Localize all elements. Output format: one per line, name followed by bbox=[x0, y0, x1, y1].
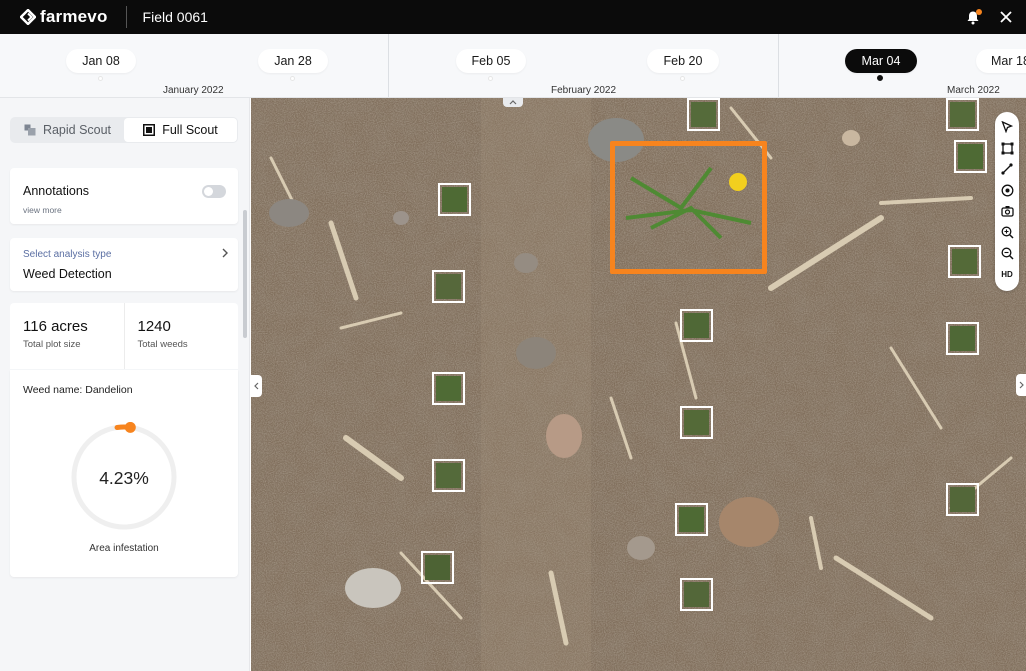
weed-detection-box[interactable] bbox=[946, 483, 979, 516]
polygon-icon bbox=[1001, 142, 1013, 154]
weed-detection-box[interactable] bbox=[432, 270, 465, 303]
close-button[interactable] bbox=[1000, 11, 1012, 23]
camera-icon bbox=[1000, 206, 1014, 217]
sidebar: Rapid Scout Full Scout Annotations view … bbox=[0, 98, 250, 671]
stats-panel: 116 acres Total plot size 1240 Total wee… bbox=[10, 303, 238, 369]
month-separator bbox=[778, 34, 779, 97]
stat-label: Total plot size bbox=[23, 339, 81, 350]
date-timeline: Jan 08 Jan 28 Feb 05 Feb 20 Mar 04 Mar 1… bbox=[0, 34, 1026, 98]
sidebar-scrollbar[interactable] bbox=[243, 210, 247, 338]
stat-total-weeds: 1240 Total weeds bbox=[123, 303, 239, 369]
full-scout-icon bbox=[143, 124, 156, 136]
date-mar-04[interactable]: Mar 04 bbox=[845, 49, 917, 73]
weed-detection-box[interactable] bbox=[680, 309, 713, 342]
analysis-type-label: Select analysis type bbox=[23, 249, 112, 260]
date-feb-20[interactable]: Feb 20 bbox=[647, 49, 719, 73]
rapid-scout-icon bbox=[24, 124, 36, 136]
scout-mode-toggle: Rapid Scout Full Scout bbox=[10, 117, 238, 143]
chevron-left-icon bbox=[254, 382, 259, 390]
app-window: farmevo Field 0061 Jan 08 Jan 28 Feb 05 … bbox=[0, 0, 1026, 671]
notification-button[interactable] bbox=[966, 8, 982, 25]
rapid-scout-button[interactable]: Rapid Scout bbox=[11, 118, 124, 142]
cursor-icon bbox=[1001, 121, 1013, 133]
weed-detection-box[interactable] bbox=[954, 140, 987, 173]
logo[interactable]: farmevo bbox=[20, 7, 108, 27]
date-marker bbox=[680, 76, 685, 81]
stat-plot-size: 116 acres Total plot size bbox=[10, 303, 124, 369]
top-bar: farmevo Field 0061 bbox=[0, 0, 1026, 34]
notification-dot bbox=[976, 8, 982, 15]
weed-detection-box[interactable] bbox=[432, 459, 465, 492]
date-marker bbox=[488, 76, 493, 81]
month-label-february: February 2022 bbox=[551, 85, 617, 96]
view-more-link[interactable]: view more bbox=[23, 205, 62, 215]
analysis-type-value: Weed Detection bbox=[23, 267, 112, 281]
polygon-tool[interactable] bbox=[999, 140, 1015, 156]
date-mar-18[interactable]: Mar 18 bbox=[976, 49, 1026, 73]
rapid-scout-label: Rapid Scout bbox=[42, 123, 112, 137]
full-scout-label: Full Scout bbox=[162, 123, 218, 137]
annotations-card: Annotations view more bbox=[10, 168, 238, 224]
map-toolbar: HD bbox=[995, 112, 1019, 291]
annotations-toggle[interactable] bbox=[202, 185, 226, 198]
stat-value: 116 acres bbox=[23, 318, 88, 335]
date-marker-active bbox=[877, 75, 883, 81]
zoom-out-tool[interactable] bbox=[999, 245, 1015, 261]
month-label-march: March 2022 bbox=[947, 85, 1000, 96]
month-label-january: January 2022 bbox=[163, 85, 224, 96]
weed-detection-box[interactable] bbox=[687, 98, 720, 131]
line-tool[interactable] bbox=[999, 161, 1015, 177]
weed-name: Weed name: Dandelion bbox=[23, 384, 133, 396]
weed-detection-box[interactable] bbox=[675, 503, 708, 536]
point-tool[interactable] bbox=[999, 182, 1015, 198]
date-jan-08[interactable]: Jan 08 bbox=[66, 49, 136, 73]
date-marker bbox=[98, 76, 103, 81]
stat-value: 1240 bbox=[137, 318, 171, 335]
hd-toggle[interactable]: HD bbox=[999, 266, 1015, 282]
weed-detection-box[interactable] bbox=[946, 98, 979, 131]
chevron-right-icon bbox=[1019, 381, 1024, 389]
weed-detection-highlight[interactable] bbox=[610, 141, 767, 274]
collapse-sidebar-handle[interactable] bbox=[251, 375, 262, 397]
select-tool[interactable] bbox=[999, 119, 1015, 135]
zoom-out-icon bbox=[1001, 247, 1014, 260]
chevron-up-icon bbox=[509, 100, 517, 105]
close-icon bbox=[1000, 11, 1012, 23]
weed-detection-box[interactable] bbox=[438, 183, 471, 216]
logo-text: farmevo bbox=[40, 7, 108, 26]
camera-tool[interactable] bbox=[999, 203, 1015, 219]
line-icon bbox=[1001, 163, 1013, 175]
weed-detection-box[interactable] bbox=[946, 322, 979, 355]
weed-detection-box[interactable] bbox=[680, 578, 713, 611]
stat-label: Total weeds bbox=[137, 339, 188, 350]
date-jan-28[interactable]: Jan 28 bbox=[258, 49, 328, 73]
date-feb-05[interactable]: Feb 05 bbox=[456, 49, 526, 73]
expand-right-panel-handle[interactable] bbox=[1016, 374, 1026, 396]
weed-detection-box[interactable] bbox=[421, 551, 454, 584]
analysis-type-select[interactable]: Select analysis type Weed Detection bbox=[10, 238, 238, 291]
month-separator bbox=[388, 34, 389, 97]
zoom-in-tool[interactable] bbox=[999, 224, 1015, 240]
collapse-timeline-handle[interactable] bbox=[503, 98, 523, 107]
infestation-value: 4.23% bbox=[99, 468, 149, 488]
infestation-label: Area infestation bbox=[89, 543, 159, 554]
weed-detection-box[interactable] bbox=[948, 245, 981, 278]
full-scout-button[interactable]: Full Scout bbox=[124, 118, 237, 142]
weed-detection-box[interactable] bbox=[680, 406, 713, 439]
chevron-right-icon bbox=[222, 248, 228, 258]
weed-card: Weed name: Dandelion 4.23% Area infestat… bbox=[10, 370, 238, 577]
header-divider bbox=[125, 6, 127, 28]
annotations-title: Annotations bbox=[23, 184, 90, 198]
farmevo-logo-icon bbox=[20, 9, 36, 25]
field-title: Field 0061 bbox=[142, 9, 208, 25]
target-icon bbox=[1001, 184, 1013, 196]
field-map[interactable]: HD bbox=[251, 98, 1026, 671]
date-marker bbox=[290, 76, 295, 81]
zoom-in-icon bbox=[1001, 226, 1014, 239]
infestation-gauge-knob bbox=[124, 422, 136, 433]
weed-detection-box[interactable] bbox=[432, 372, 465, 405]
